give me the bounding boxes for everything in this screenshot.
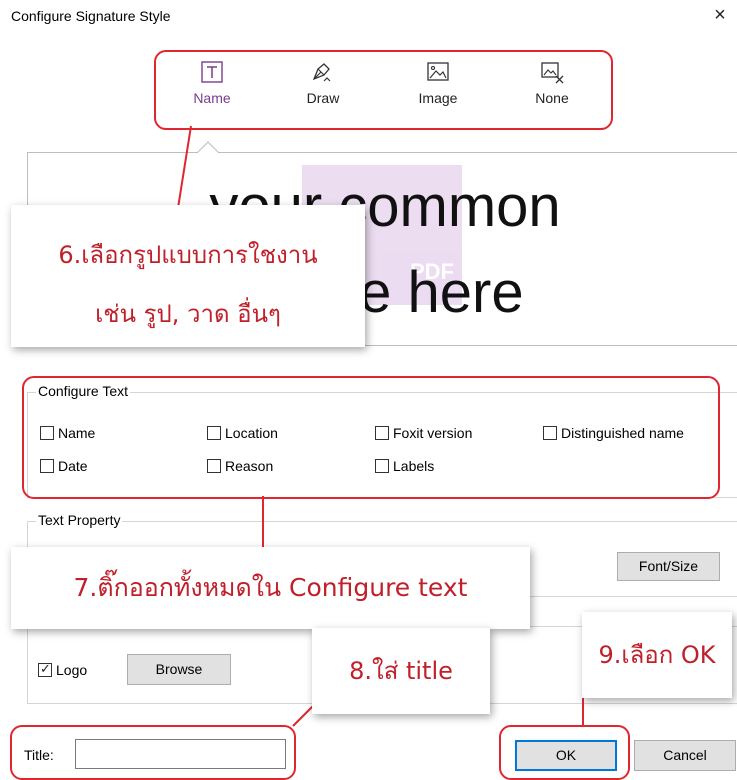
checkbox-distinguished-name[interactable]: Distinguished name <box>543 425 684 441</box>
checkbox-box <box>207 459 221 473</box>
checkbox-location-label: Location <box>225 425 278 441</box>
text-t-icon <box>201 61 223 83</box>
tab-none-label: None <box>535 90 569 106</box>
checkbox-box <box>40 459 54 473</box>
checkbox-box <box>207 426 221 440</box>
pen-draw-icon <box>312 63 331 82</box>
callout-step-8: 8.ใส่ title <box>312 628 490 714</box>
tab-image[interactable]: Image <box>408 60 468 106</box>
font-size-button[interactable]: Font/Size <box>617 552 720 581</box>
tab-image-label: Image <box>418 90 458 106</box>
title-label: Title: <box>24 747 54 763</box>
checkbox-location[interactable]: Location <box>207 425 278 441</box>
checkbox-foxit-version[interactable]: Foxit version <box>375 425 472 441</box>
checkbox-reason-label: Reason <box>225 458 274 474</box>
checkbox-foxit-version-label: Foxit version <box>393 425 473 441</box>
callout-step-6-line-2: เช่น รูป, วาด อื่นๆ <box>95 300 281 328</box>
callout-step-9: 9.เลือก OK <box>582 612 732 698</box>
browse-button[interactable]: Browse <box>127 654 231 685</box>
checkbox-labels[interactable]: Labels <box>375 458 434 474</box>
title-input[interactable] <box>75 739 286 769</box>
tab-none[interactable]: None <box>522 60 582 106</box>
dialog-title: Configure Signature Style <box>11 8 171 24</box>
image-none-icon <box>541 62 564 84</box>
checkbox-date-label: Date <box>58 458 88 474</box>
configure-text-group <box>27 392 737 498</box>
configure-text-label: Configure Text <box>36 383 131 399</box>
preview-pointer <box>197 141 219 154</box>
text-property-label: Text Property <box>36 512 123 528</box>
checkbox-box <box>375 426 389 440</box>
tab-draw-label: Draw <box>306 90 340 106</box>
ok-button[interactable]: OK <box>515 740 617 771</box>
tab-draw[interactable]: Draw <box>293 60 353 106</box>
checkbox-box <box>543 426 557 440</box>
image-icon <box>427 62 449 81</box>
checkbox-distinguished-name-label: Distinguished name <box>561 425 684 441</box>
annotation-leader-9 <box>582 696 584 726</box>
checkbox-box <box>375 459 389 473</box>
close-icon[interactable]: × <box>709 2 731 28</box>
checkbox-name-label: Name <box>58 425 96 441</box>
checkbox-labels-label: Labels <box>393 458 435 474</box>
checkbox-box-checked <box>38 661 52 677</box>
callout-step-6-line-1: 6.เลือกรูปแบบการใชงาน <box>58 241 318 269</box>
tab-name-label: Name <box>193 90 231 106</box>
checkbox-logo-label: Logo <box>56 662 88 678</box>
cancel-button[interactable]: Cancel <box>634 740 736 771</box>
checkbox-reason[interactable]: Reason <box>207 458 273 474</box>
checkbox-box <box>40 426 54 440</box>
annotation-leader-7 <box>262 496 264 549</box>
checkbox-name[interactable]: Name <box>40 425 95 441</box>
callout-step-6: 6.เลือกรูปแบบการใชงาน เช่น รูป, วาด อื่น… <box>11 205 365 347</box>
callout-step-7: 7.ติ๊กออกทั้งหมดใน Configure text <box>11 547 530 629</box>
tab-name[interactable]: Name <box>182 60 242 106</box>
checkbox-logo[interactable]: Logo <box>38 661 88 678</box>
checkbox-date[interactable]: Date <box>40 458 88 474</box>
